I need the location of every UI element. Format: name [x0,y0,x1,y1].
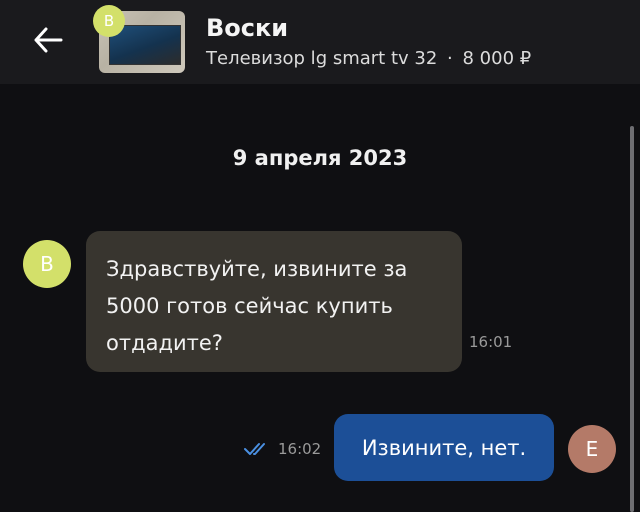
scrollbar[interactable] [630,126,634,512]
message-time: 16:02 [278,440,322,458]
separator-dot: · [447,48,453,69]
arrow-left-icon [34,27,63,53]
user-avatar[interactable]: Е [568,425,616,473]
chat-header: В Воски Телевизор lg smart tv 32 · 8 000… [0,0,640,84]
seller-name[interactable]: Воски [206,14,288,42]
message-line: 5000 готов сейчас купить [106,294,393,318]
date-separator: 9 апреля 2023 [232,146,408,170]
message-text: Извините, нет. [361,435,527,460]
listing-price: 8 000 ₽ [462,48,532,69]
message-line: Здравствуйте, извините за [106,257,408,281]
seller-avatar-small: В [93,5,125,37]
message-time: 16:01 [469,333,513,351]
listing-title: Телевизор lg smart tv 32 [206,48,438,69]
outgoing-message-bubble[interactable]: Извините, нет. [334,414,554,481]
double-check-icon [244,442,270,456]
incoming-message-bubble[interactable]: Здравствуйте, извините за 5000 готов сей… [86,231,462,372]
outgoing-message-meta: 16:02 [244,440,321,458]
seller-avatar[interactable]: В [23,240,71,288]
back-button[interactable] [28,22,68,58]
listing-info[interactable]: Телевизор lg smart tv 32 · 8 000 ₽ [206,48,531,69]
message-line: отдадите? [106,331,223,355]
